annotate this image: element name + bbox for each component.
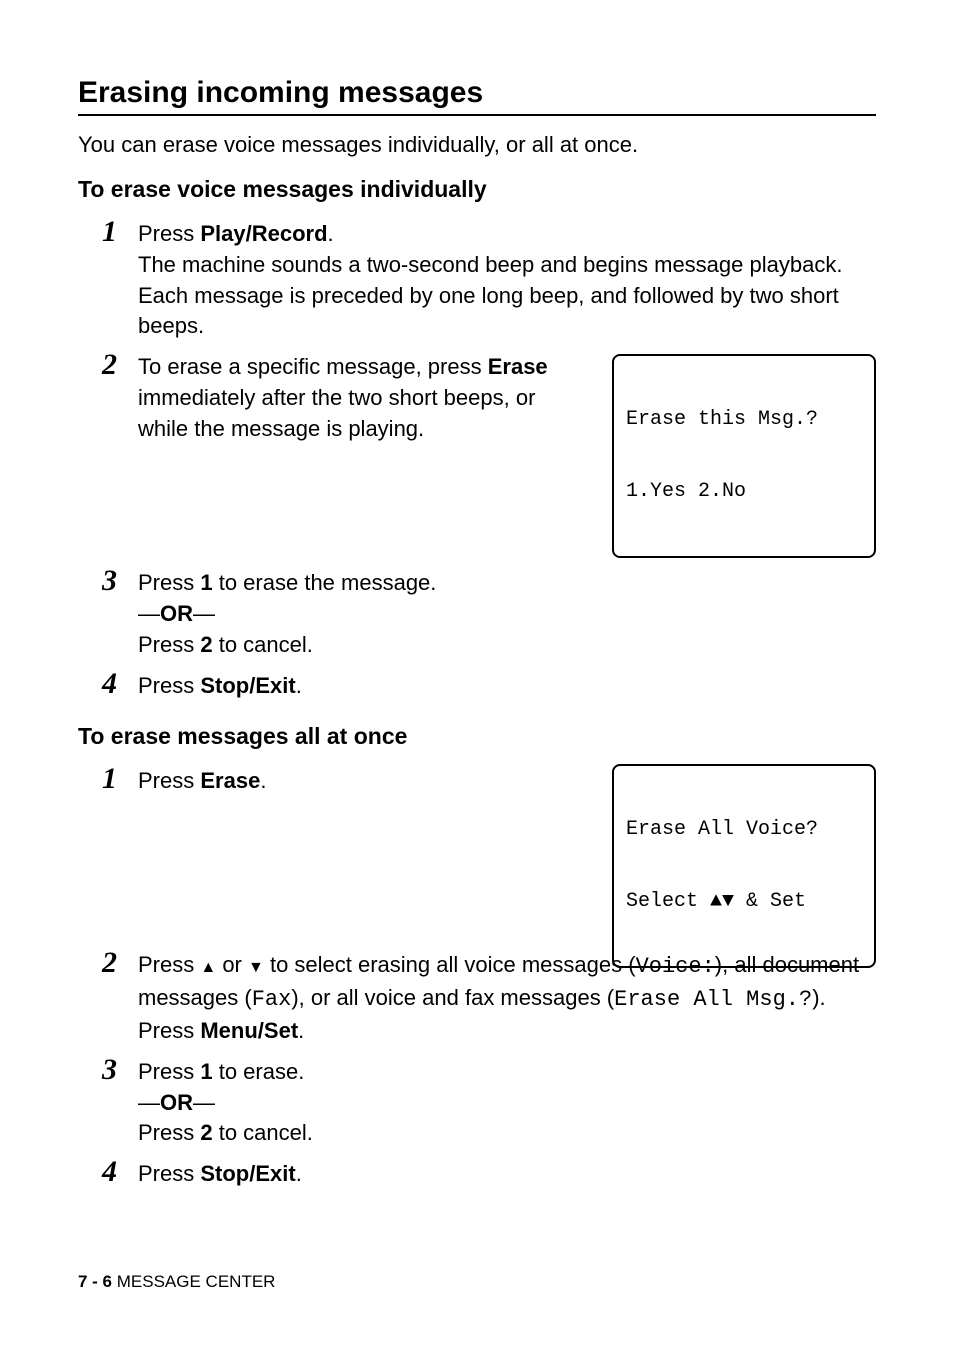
step2-texta: To erase a specific message, press <box>138 354 488 379</box>
step2-textb: immediately after the two short beeps, o… <box>138 385 535 441</box>
all-step-3: 3 Press 1 to erase. —OR— Press 2 to canc… <box>102 1055 876 1149</box>
lcd-erase-msg: Erase this Msg.? 1.Yes 2.No <box>612 354 876 558</box>
all-step2-texte: ), or all voice and fax messages ( <box>291 985 614 1010</box>
all-step-2: 2 Press or to select erasing all voice m… <box>102 948 876 1046</box>
all-step-num-3: 3 <box>102 1055 138 1085</box>
lcd-line2: 1.Yes 2.No <box>626 480 862 504</box>
menuset-period: . <box>298 1018 304 1043</box>
step-3: 3 Press 1 to erase the message. —OR— Pre… <box>102 566 876 660</box>
all-step3-cancel: to cancel. <box>213 1120 313 1145</box>
voice-mono: Voice: <box>636 954 715 979</box>
step-2: 2 To erase a specific message, press Era… <box>102 350 876 558</box>
step1-body: The machine sounds a two-second beep and… <box>138 250 876 342</box>
lcd-erase-all: Erase All Voice? Select ▲▼ & Set <box>612 764 876 968</box>
or-label: OR <box>160 601 193 626</box>
triangle-up-icon <box>200 952 216 977</box>
eraseall-mono: Erase All Msg.? <box>614 987 812 1012</box>
step-1: 1 Press Play/Record. The machine sounds … <box>102 217 876 342</box>
step4-press: Press <box>138 673 200 698</box>
lcd-line1: Erase this Msg.? <box>626 408 862 432</box>
all-step4-press: Press <box>138 1161 200 1186</box>
all-step2-textb: or <box>216 952 248 977</box>
all-step1-press: Press <box>138 768 200 793</box>
page-footer: 7 - 6 MESSAGE CENTER <box>78 1272 275 1292</box>
all-two-label: 2 <box>200 1120 212 1145</box>
all-step2-texta: Press <box>138 952 200 977</box>
all-step3-press: Press <box>138 1059 200 1084</box>
step3-cancel: to cancel. <box>213 632 313 657</box>
step3-press: Press <box>138 570 200 595</box>
step-num-2: 2 <box>102 350 138 380</box>
all-one-label: 1 <box>200 1059 212 1084</box>
triangle-down-icon <box>248 952 264 977</box>
all-step-4: 4 Press Stop/Exit. <box>102 1157 876 1190</box>
section-title: Erasing incoming messages <box>78 76 876 110</box>
one-label: 1 <box>200 570 212 595</box>
step1-period: . <box>328 221 334 246</box>
all-step-num-2: 2 <box>102 948 138 978</box>
sub-heading-individual: To erase voice messages individually <box>78 176 876 203</box>
all-step3-press2: Press <box>138 1120 200 1145</box>
footer-section: MESSAGE CENTER <box>112 1272 275 1291</box>
page-number: 7 - 6 <box>78 1272 112 1291</box>
all-step2-textf: ). <box>812 985 825 1010</box>
step1-press: Press <box>138 221 200 246</box>
menuset-press: Press <box>138 1018 200 1043</box>
all-step2-textc: to select erasing all voice messages ( <box>264 952 636 977</box>
play-record-label: Play/Record <box>200 221 327 246</box>
all-step-1: 1 Press Erase. Erase All Voice? Select ▲… <box>102 764 876 968</box>
intro-text: You can erase voice messages individuall… <box>78 132 876 158</box>
section-rule <box>78 114 876 116</box>
erase-label: Erase <box>488 354 548 379</box>
menuset-label: Menu/Set <box>200 1018 298 1043</box>
step-num-3: 3 <box>102 566 138 596</box>
steps-individual: 1 Press Play/Record. The machine sounds … <box>102 217 876 701</box>
all-step3-rest: to erase. <box>213 1059 305 1084</box>
stop-exit-label: Stop/Exit <box>200 673 295 698</box>
steps-all: 1 Press Erase. Erase All Voice? Select ▲… <box>102 764 876 1190</box>
sub-heading-all: To erase messages all at once <box>78 723 876 750</box>
two-label: 2 <box>200 632 212 657</box>
all-erase-label: Erase <box>200 768 260 793</box>
all-step-num-1: 1 <box>102 764 138 794</box>
all-step-num-4: 4 <box>102 1157 138 1187</box>
lcd-all-line2: Select ▲▼ & Set <box>626 890 862 914</box>
lcd-all-line1: Erase All Voice? <box>626 818 862 842</box>
step3-press2: Press <box>138 632 200 657</box>
fax-mono: Fax <box>252 987 292 1012</box>
all-stop-exit-label: Stop/Exit <box>200 1161 295 1186</box>
step-num-4: 4 <box>102 669 138 699</box>
all-step4-period: . <box>296 1161 302 1186</box>
all-step1-period: . <box>260 768 266 793</box>
step-4: 4 Press Stop/Exit. <box>102 669 876 702</box>
all-or-label: OR <box>160 1090 193 1115</box>
step4-period: . <box>296 673 302 698</box>
step3-rest: to erase the message. <box>213 570 437 595</box>
step-num-1: 1 <box>102 217 138 247</box>
